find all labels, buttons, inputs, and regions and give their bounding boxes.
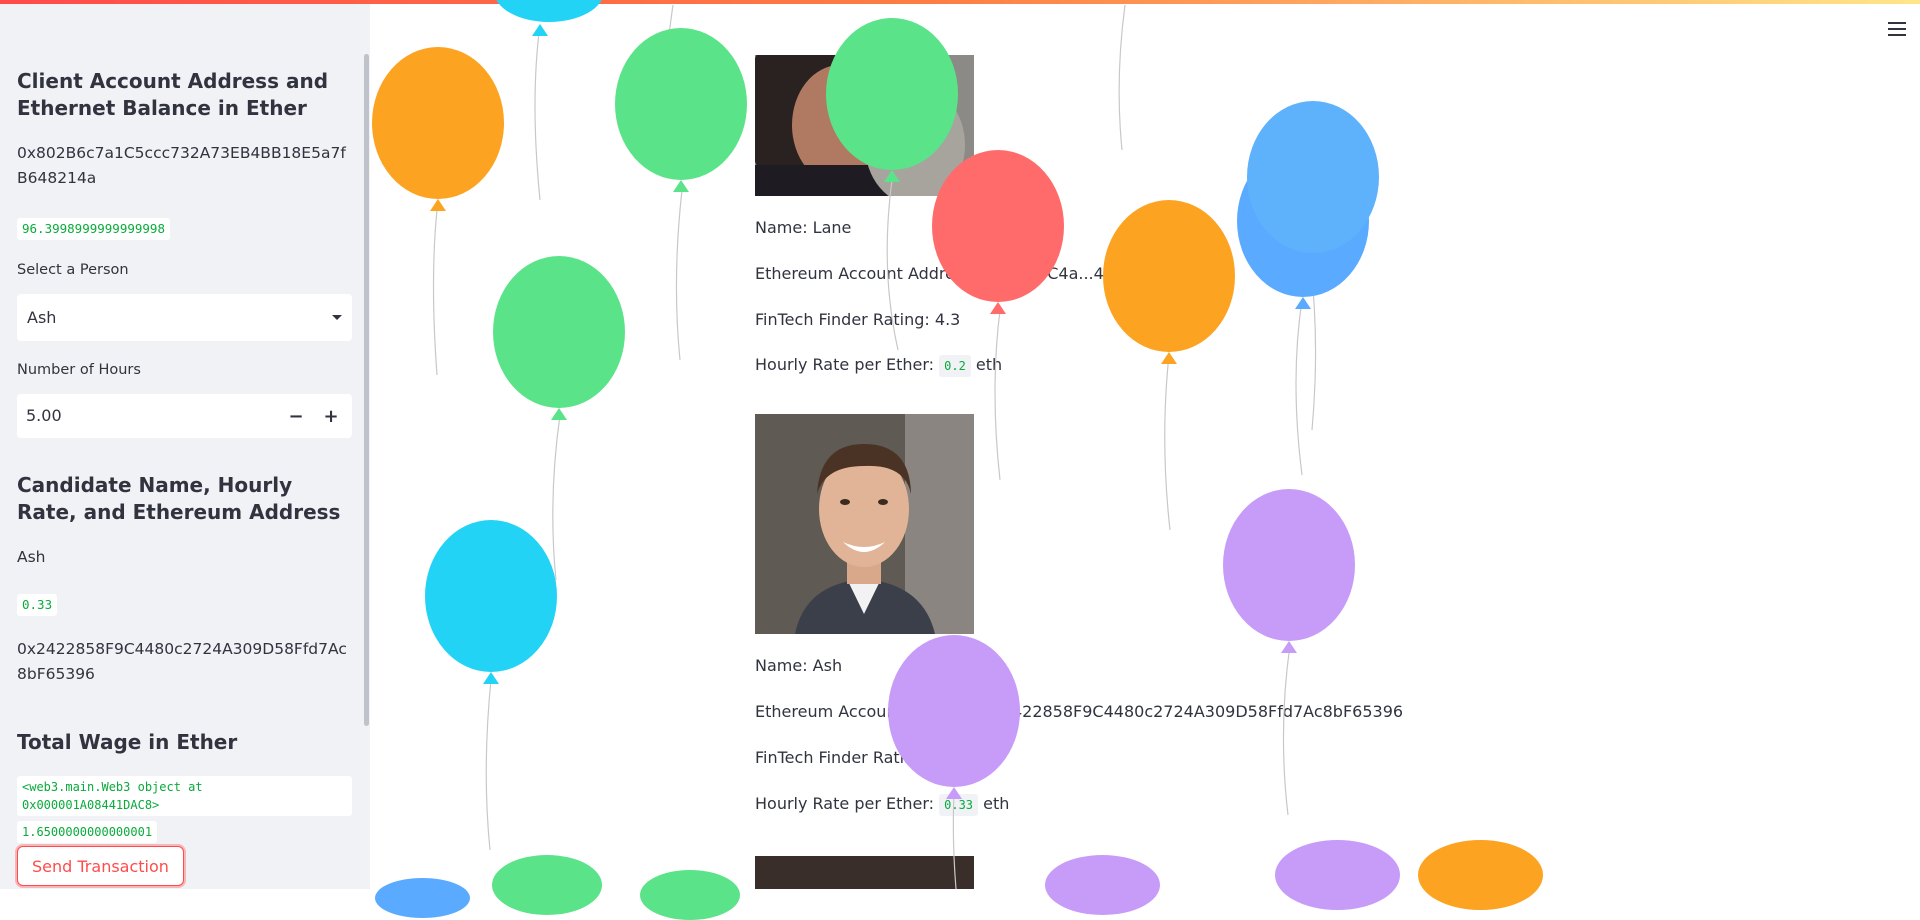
balloon-purple bbox=[1223, 489, 1355, 641]
balloon-green bbox=[826, 18, 958, 170]
balloon-green bbox=[492, 855, 602, 915]
balloon-cyan bbox=[425, 520, 557, 672]
balloon-purple bbox=[1275, 840, 1400, 910]
balloon-blue bbox=[1247, 101, 1379, 253]
balloon-red bbox=[932, 150, 1064, 302]
balloon-green bbox=[640, 870, 740, 920]
balloon-purple bbox=[888, 635, 1020, 787]
balloon-green bbox=[493, 256, 625, 408]
balloon-blue bbox=[375, 878, 470, 918]
balloon-orange bbox=[372, 47, 504, 199]
balloon-purple bbox=[1045, 855, 1160, 915]
balloon-orange bbox=[1418, 840, 1543, 910]
balloon-green bbox=[615, 28, 747, 180]
balloon-orange bbox=[1103, 200, 1235, 352]
